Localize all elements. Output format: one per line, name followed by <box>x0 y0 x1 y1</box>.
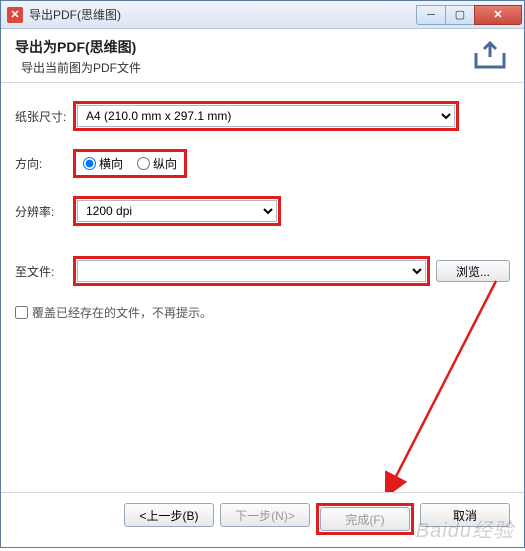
close-button[interactable]: ✕ <box>474 5 522 25</box>
dialog-header: 导出为PDF(思维图) 导出当前图为PDF文件 <box>1 29 524 83</box>
highlight-orientation: 横向 纵向 <box>73 149 187 178</box>
app-icon: ✕ <box>7 7 23 23</box>
orientation-row: 方向: 横向 纵向 <box>15 149 510 178</box>
orientation-label: 方向: <box>15 155 73 172</box>
page-subtitle: 导出当前图为PDF文件 <box>15 59 470 76</box>
file-label: 至文件: <box>15 263 73 280</box>
export-icon <box>470 39 510 71</box>
minimize-button[interactable]: ─ <box>416 5 446 25</box>
highlight-paper: A4 (210.0 mm x 297.1 mm) <box>73 101 459 131</box>
highlight-dpi: 1200 dpi <box>73 196 281 226</box>
cancel-button[interactable]: 取消 <box>420 503 510 527</box>
file-path-input[interactable] <box>77 260 426 282</box>
orientation-horizontal[interactable]: 横向 <box>83 155 123 172</box>
highlight-file <box>73 256 430 286</box>
next-button: 下一步(N)> <box>220 503 310 527</box>
orientation-horizontal-radio[interactable] <box>83 157 96 170</box>
finish-button: 完成(F) <box>320 507 410 531</box>
paper-size-row: 纸张尺寸: A4 (210.0 mm x 297.1 mm) <box>15 101 510 131</box>
browse-button[interactable]: 浏览... <box>436 260 510 282</box>
paper-size-select[interactable]: A4 (210.0 mm x 297.1 mm) <box>77 105 455 127</box>
overwrite-checkbox[interactable] <box>15 306 28 319</box>
window-title: 导出PDF(思维图) <box>29 6 417 23</box>
titlebar: ✕ 导出PDF(思维图) ─ ▢ ✕ <box>1 1 524 29</box>
overwrite-row[interactable]: 覆盖已经存在的文件，不再提示。 <box>15 304 510 321</box>
orientation-vertical[interactable]: 纵向 <box>137 155 177 172</box>
orientation-vertical-label: 纵向 <box>153 155 177 172</box>
overwrite-label: 覆盖已经存在的文件，不再提示。 <box>32 304 212 321</box>
highlight-finish: 完成(F) <box>316 503 414 535</box>
dpi-row: 分辨率: 1200 dpi <box>15 196 510 226</box>
dialog-content: 纸张尺寸: A4 (210.0 mm x 297.1 mm) 方向: 横向 纵向 <box>1 83 524 321</box>
paper-size-label: 纸张尺寸: <box>15 108 73 125</box>
dpi-label: 分辨率: <box>15 203 73 220</box>
window-controls: ─ ▢ ✕ <box>417 5 522 25</box>
dialog-footer: <上一步(B) 下一步(N)> 完成(F) 取消 <box>1 492 524 547</box>
maximize-button[interactable]: ▢ <box>445 5 475 25</box>
orientation-vertical-radio[interactable] <box>137 157 150 170</box>
file-row: 至文件: 浏览... <box>15 256 510 286</box>
page-title: 导出为PDF(思维图) <box>15 37 470 57</box>
dpi-select[interactable]: 1200 dpi <box>77 200 277 222</box>
orientation-horizontal-label: 横向 <box>99 155 123 172</box>
dialog-window: ✕ 导出PDF(思维图) ─ ▢ ✕ 导出为PDF(思维图) 导出当前图为PDF… <box>0 0 525 548</box>
back-button[interactable]: <上一步(B) <box>124 503 214 527</box>
